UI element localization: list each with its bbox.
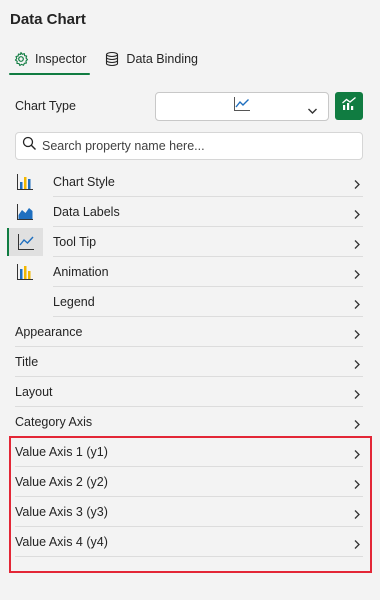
chart-type-select[interactable] bbox=[155, 92, 329, 121]
row-label: Category Axis bbox=[15, 415, 93, 429]
row-label: Animation bbox=[53, 265, 109, 279]
bar-chart-icon bbox=[7, 258, 43, 286]
chevron-right-icon bbox=[353, 327, 361, 345]
row-label: Value Axis 1 (y1) bbox=[15, 445, 108, 459]
page-title: Data Chart bbox=[10, 11, 86, 28]
row-label: Value Axis 4 (y4) bbox=[15, 535, 108, 549]
row-value-axis-3[interactable]: Value Axis 3 (y3) bbox=[0, 497, 380, 527]
row-animation[interactable]: Animation bbox=[0, 257, 380, 287]
gear-icon bbox=[13, 51, 29, 67]
line-chart-icon bbox=[7, 228, 43, 256]
row-label: Tool Tip bbox=[53, 235, 97, 249]
row-label: Value Axis 2 (y2) bbox=[15, 475, 108, 489]
chevron-right-icon bbox=[353, 357, 361, 375]
chart-type-label: Chart Type bbox=[15, 99, 76, 113]
chevron-right-icon bbox=[353, 447, 361, 465]
property-list: Chart Style Data Labels Tool Tip Animati… bbox=[0, 167, 380, 557]
row-appearance[interactable]: Appearance bbox=[0, 317, 380, 347]
chevron-right-icon bbox=[353, 207, 361, 225]
row-value-axis-4[interactable]: Value Axis 4 (y4) bbox=[0, 527, 380, 557]
chevron-right-icon bbox=[353, 477, 361, 495]
row-title[interactable]: Title bbox=[0, 347, 380, 377]
row-value-axis-2[interactable]: Value Axis 2 (y2) bbox=[0, 467, 380, 497]
row-label: Value Axis 3 (y3) bbox=[15, 505, 108, 519]
row-category-axis[interactable]: Category Axis bbox=[0, 407, 380, 437]
row-label: Title bbox=[15, 355, 39, 369]
tab-bar: Inspector Data Binding bbox=[9, 44, 202, 75]
bar-chart-icon bbox=[7, 168, 43, 196]
chart-icon bbox=[341, 96, 357, 117]
row-layout[interactable]: Layout bbox=[0, 377, 380, 407]
search-icon bbox=[22, 136, 37, 156]
row-label: Legend bbox=[53, 295, 95, 309]
search-field[interactable] bbox=[15, 132, 363, 160]
chevron-down-icon bbox=[307, 102, 318, 120]
row-legend[interactable]: Legend bbox=[0, 287, 380, 317]
chevron-right-icon bbox=[353, 237, 361, 255]
row-label: Layout bbox=[15, 385, 53, 399]
tab-data-binding[interactable]: Data Binding bbox=[100, 44, 202, 73]
row-tool-tip[interactable]: Tool Tip bbox=[0, 227, 380, 257]
row-label: Appearance bbox=[15, 325, 83, 339]
tab-inspector[interactable]: Inspector bbox=[9, 44, 91, 75]
chevron-right-icon bbox=[353, 507, 361, 525]
row-label: Chart Style bbox=[53, 175, 115, 189]
tab-data-binding-label: Data Binding bbox=[126, 51, 198, 66]
row-chart-style[interactable]: Chart Style bbox=[0, 167, 380, 197]
chevron-right-icon bbox=[353, 297, 361, 315]
row-label: Data Labels bbox=[53, 205, 120, 219]
search-input[interactable] bbox=[42, 139, 342, 153]
row-data-labels[interactable]: Data Labels bbox=[0, 197, 380, 227]
tab-inspector-label: Inspector bbox=[35, 51, 87, 66]
chevron-right-icon bbox=[353, 177, 361, 195]
row-value-axis-1[interactable]: Value Axis 1 (y1) bbox=[0, 437, 380, 467]
chevron-right-icon bbox=[353, 417, 361, 435]
database-icon bbox=[104, 51, 120, 67]
line-chart-icon bbox=[233, 96, 251, 117]
chevron-right-icon bbox=[353, 537, 361, 555]
chart-type-button[interactable] bbox=[335, 92, 363, 120]
area-chart-icon bbox=[7, 198, 43, 226]
chevron-right-icon bbox=[353, 387, 361, 405]
chevron-right-icon bbox=[353, 267, 361, 285]
